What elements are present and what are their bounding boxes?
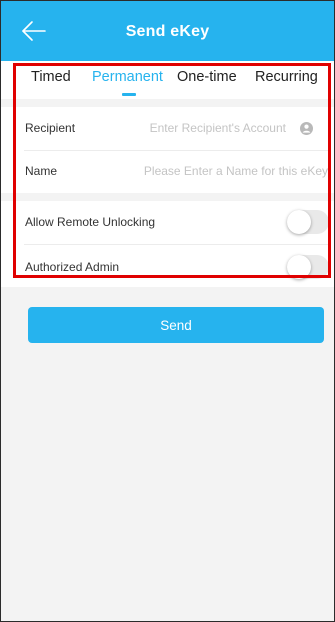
- page-title: Send eKey: [125, 23, 210, 40]
- person-icon: [302, 124, 311, 133]
- info-icon[interactable]: [300, 122, 313, 135]
- remote-unlocking-row: Allow Remote Unlocking: [1, 201, 334, 244]
- toggle-knob: [287, 255, 311, 279]
- name-row: Name: [1, 150, 334, 193]
- recipient-input[interactable]: [106, 116, 286, 140]
- tab-timed[interactable]: Timed: [31, 69, 71, 85]
- recipient-row: Recipient: [1, 107, 334, 150]
- remote-unlocking-label: Allow Remote Unlocking: [25, 215, 156, 229]
- authorized-admin-row: Authorized Admin: [1, 244, 334, 287]
- section-gap: [1, 99, 334, 107]
- app-screen: Send eKey Timed Permanent One-time Recur…: [0, 0, 335, 622]
- toggle-knob: [287, 210, 311, 234]
- remote-unlocking-toggle[interactable]: [287, 210, 329, 234]
- recipient-label: Recipient: [25, 121, 76, 135]
- name-label: Name: [25, 164, 58, 178]
- name-input[interactable]: [96, 159, 328, 183]
- authorized-admin-label: Authorized Admin: [25, 260, 120, 274]
- permissions-section: Allow Remote Unlocking Authorized Admin: [1, 201, 334, 287]
- tab-one-time[interactable]: One-time: [177, 69, 237, 85]
- tab-recurring[interactable]: Recurring: [255, 69, 318, 85]
- tab-bar: Timed Permanent One-time Recurring: [1, 61, 334, 99]
- active-tab-indicator: [122, 93, 136, 96]
- send-button[interactable]: Send: [28, 307, 324, 343]
- header-bar: Send eKey: [1, 1, 334, 61]
- tab-permanent[interactable]: Permanent: [92, 69, 163, 85]
- authorized-admin-toggle[interactable]: [287, 255, 329, 279]
- recipient-section: Recipient Name: [1, 107, 334, 193]
